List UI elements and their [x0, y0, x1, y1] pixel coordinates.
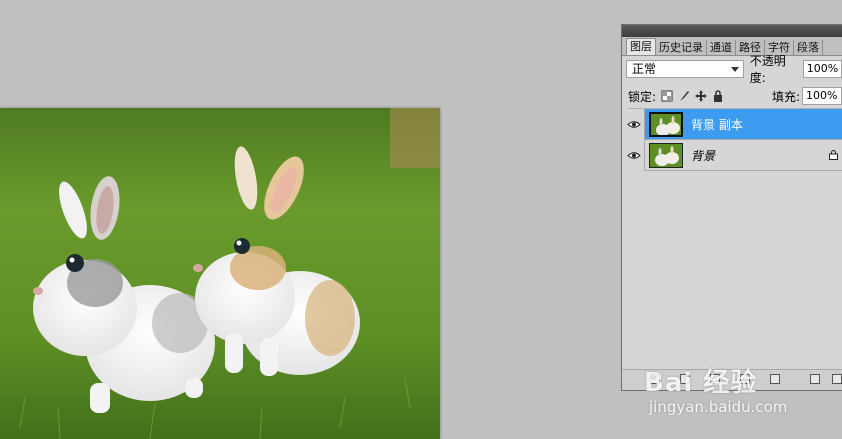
visibility-toggle[interactable]	[623, 139, 645, 171]
layer-thumbnail	[649, 142, 683, 168]
lock-position-move-icon[interactable]	[695, 90, 708, 102]
eye-icon	[626, 151, 641, 159]
link-layers-icon[interactable]	[650, 374, 660, 384]
add-mask-icon[interactable]	[710, 374, 720, 384]
lock-label: 锁定:	[628, 89, 657, 104]
layer-name[interactable]: 背景	[691, 147, 715, 164]
layer-row-background-copy[interactable]: 背景 副本	[623, 108, 842, 140]
document-canvas[interactable]	[0, 108, 440, 439]
layer-row-background[interactable]: 背景	[623, 139, 842, 171]
blend-mode-value: 正常	[632, 62, 657, 76]
new-layer-icon[interactable]	[810, 374, 820, 384]
eye-icon	[626, 120, 641, 128]
visibility-toggle[interactable]	[623, 108, 645, 140]
adjustment-layer-icon[interactable]	[740, 374, 750, 384]
tab-history[interactable]: 历史记录	[656, 40, 707, 55]
watermark-url: jingyan.baidu.com	[649, 398, 788, 416]
fill-input[interactable]: 100%	[802, 87, 842, 105]
fill-label: 填充:	[771, 89, 800, 104]
layer-thumbnail	[649, 111, 683, 137]
layers-panel: 图层 历史记录 通道 路径 字符 段落 正常 不透明度: 100% 锁定: 填充…	[621, 24, 842, 391]
layer-lock-icon	[829, 150, 838, 160]
panel-titlebar[interactable]	[622, 25, 842, 37]
lock-all-icon[interactable]	[712, 90, 724, 102]
opacity-label: 不透明度:	[749, 54, 786, 85]
lock-transparency-icon[interactable]	[661, 90, 673, 102]
blend-opacity-row: 正常 不透明度: 100%	[626, 54, 842, 85]
delete-layer-icon[interactable]	[832, 374, 842, 384]
lock-pixels-brush-icon[interactable]	[678, 90, 690, 102]
rabbits-photo	[0, 108, 440, 439]
layer-style-icon[interactable]	[680, 374, 690, 384]
panel-tabs: 图层 历史记录 通道 路径 字符 段落	[622, 37, 842, 56]
tab-layers[interactable]: 图层	[626, 38, 656, 55]
panel-footer	[622, 369, 842, 390]
chevron-down-icon	[730, 67, 739, 72]
lock-fill-row: 锁定: 填充: 100%	[628, 86, 842, 109]
new-group-icon[interactable]	[770, 374, 780, 384]
blend-mode-select[interactable]: 正常	[626, 60, 744, 78]
layer-list: 背景 副本 背景	[623, 108, 842, 171]
opacity-input[interactable]: 100%	[802, 60, 842, 78]
tab-channels[interactable]: 通道	[707, 40, 736, 55]
layer-name[interactable]: 背景 副本	[691, 116, 743, 133]
